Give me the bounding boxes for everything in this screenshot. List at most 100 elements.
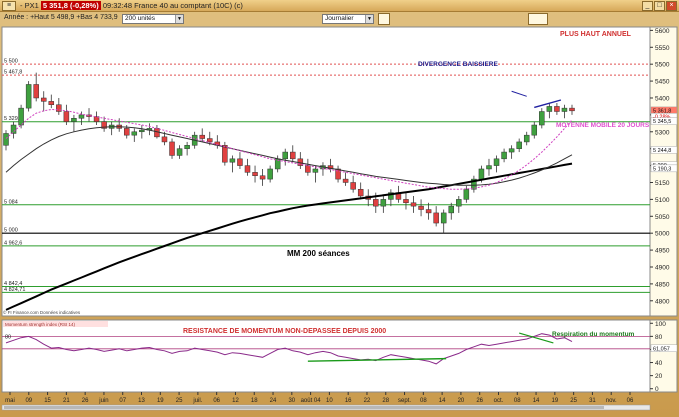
candle-body	[433, 212, 439, 224]
y-tick-label: 4800	[655, 298, 670, 305]
candle-body	[207, 138, 213, 143]
candle-body	[531, 124, 538, 136]
x-tick-label: 19	[157, 398, 164, 404]
rsi-subtitle: Momentum strength index (RSI 14)	[5, 322, 76, 327]
candle-body	[259, 175, 266, 180]
x-tick-label: 07	[119, 398, 126, 404]
candle-body	[486, 165, 492, 170]
y-tick-label: 5550	[655, 45, 670, 52]
x-tick-label: 26	[82, 398, 89, 404]
y-tick-label: 5500	[655, 62, 670, 69]
x-tick-label: 06	[213, 398, 220, 404]
candle-body	[403, 199, 409, 204]
x-tick-label: 08	[514, 398, 521, 404]
x-tick-label: oct.	[494, 398, 504, 404]
x-tick-label: 22	[364, 398, 371, 404]
candle-body	[508, 148, 515, 153]
candle-body	[161, 136, 168, 143]
y-tick-label: 5050	[655, 214, 670, 221]
level-label: 5 500	[4, 59, 18, 65]
candle-body	[380, 199, 387, 207]
x-tick-label: 10	[326, 398, 333, 404]
candle-body	[131, 131, 138, 136]
level-label: 5 084	[4, 199, 18, 205]
candle-body	[478, 168, 485, 180]
x-tick-label: 21	[63, 398, 70, 404]
candle-body	[18, 107, 24, 126]
candle-body	[139, 129, 145, 133]
y-tick-label: 4950	[655, 248, 670, 255]
level-label: 4 962,6	[4, 240, 22, 246]
x-tick-label: 20	[458, 398, 465, 404]
candle-body	[71, 118, 77, 122]
candle-body	[448, 205, 455, 214]
candle-body	[410, 202, 417, 207]
x-tick-label: nov.	[606, 398, 617, 404]
rsi-value-badge: 61,057	[653, 346, 670, 352]
candle-body	[425, 209, 432, 214]
candle-body	[169, 141, 175, 156]
annotation-plus-haut: PLUS HAUT ANNUEL	[560, 31, 632, 38]
candle-body	[40, 97, 47, 102]
x-tick-label: 16	[345, 398, 352, 404]
x-tick-label: 28	[382, 398, 389, 404]
scrollbar-thumb	[4, 406, 604, 409]
price-badge-label: 5 345,5	[653, 119, 671, 125]
candle-body	[244, 165, 251, 173]
candle-body	[267, 168, 273, 180]
candle-body	[554, 106, 560, 112]
y-tick-label: 5300	[655, 129, 670, 136]
level-label: 4 824,71	[4, 287, 25, 293]
x-tick-label: 15	[44, 398, 51, 404]
candle-body	[523, 134, 530, 143]
candle-body	[357, 188, 364, 197]
candle-body	[63, 111, 70, 122]
x-tick-label: juin	[98, 398, 108, 404]
candle-body	[290, 151, 296, 160]
candle-body	[305, 165, 311, 173]
rsi-title: RESISTANCE DE MOMENTUM NON-DEPASSEE DEPU…	[183, 328, 386, 335]
candle-body	[237, 158, 243, 166]
rsi-tick-label: 20	[655, 373, 663, 380]
y-tick-label: 5600	[655, 28, 670, 35]
candle-body	[463, 188, 470, 200]
price-badge-label: 5 190,3	[653, 166, 671, 172]
y-tick-label: 5000	[655, 231, 670, 238]
candle-body	[569, 107, 575, 112]
x-tick-label: 13	[138, 398, 145, 404]
source-note: © FI Finance.com Données indicatives	[3, 309, 81, 315]
y-tick-label: 5450	[655, 79, 670, 86]
candle-body	[199, 134, 205, 139]
x-tick-label: 19	[552, 398, 559, 404]
candle-body	[493, 158, 500, 166]
candle-body	[342, 178, 349, 183]
candle-body	[440, 212, 447, 224]
candle-body	[418, 205, 424, 210]
candle-body	[312, 168, 319, 173]
x-tick-label: 31	[589, 398, 596, 404]
candle-body	[373, 199, 379, 207]
y-tick-label: 4850	[655, 281, 670, 288]
annotation-mm20: MOYENNE MOBILE 20 JOURS	[556, 122, 650, 129]
candle-body	[10, 124, 17, 134]
candle-body	[25, 84, 32, 109]
candle-body	[501, 151, 507, 160]
candle-body	[3, 133, 9, 146]
x-tick-label: juil.	[192, 398, 202, 404]
x-tick-label: mai	[5, 398, 15, 404]
level-label: 5 467,8	[4, 70, 22, 76]
candle-body	[516, 141, 522, 149]
candle-body	[350, 182, 356, 190]
x-tick-label: 12	[232, 398, 239, 404]
candle-body	[561, 107, 568, 112]
candle-body	[123, 128, 130, 136]
rsi-top-label: 80	[5, 334, 11, 340]
x-tick-label: 08	[420, 398, 427, 404]
price-panel-bg	[1, 26, 651, 317]
x-tick-label: 09	[25, 398, 32, 404]
rsi-annotation: Respiration du momentum	[552, 331, 635, 338]
x-tick-label: 14	[439, 398, 446, 404]
candle-body	[252, 172, 258, 176]
rsi-tick-label: 80	[655, 334, 663, 341]
x-tick-label: 25	[570, 398, 577, 404]
